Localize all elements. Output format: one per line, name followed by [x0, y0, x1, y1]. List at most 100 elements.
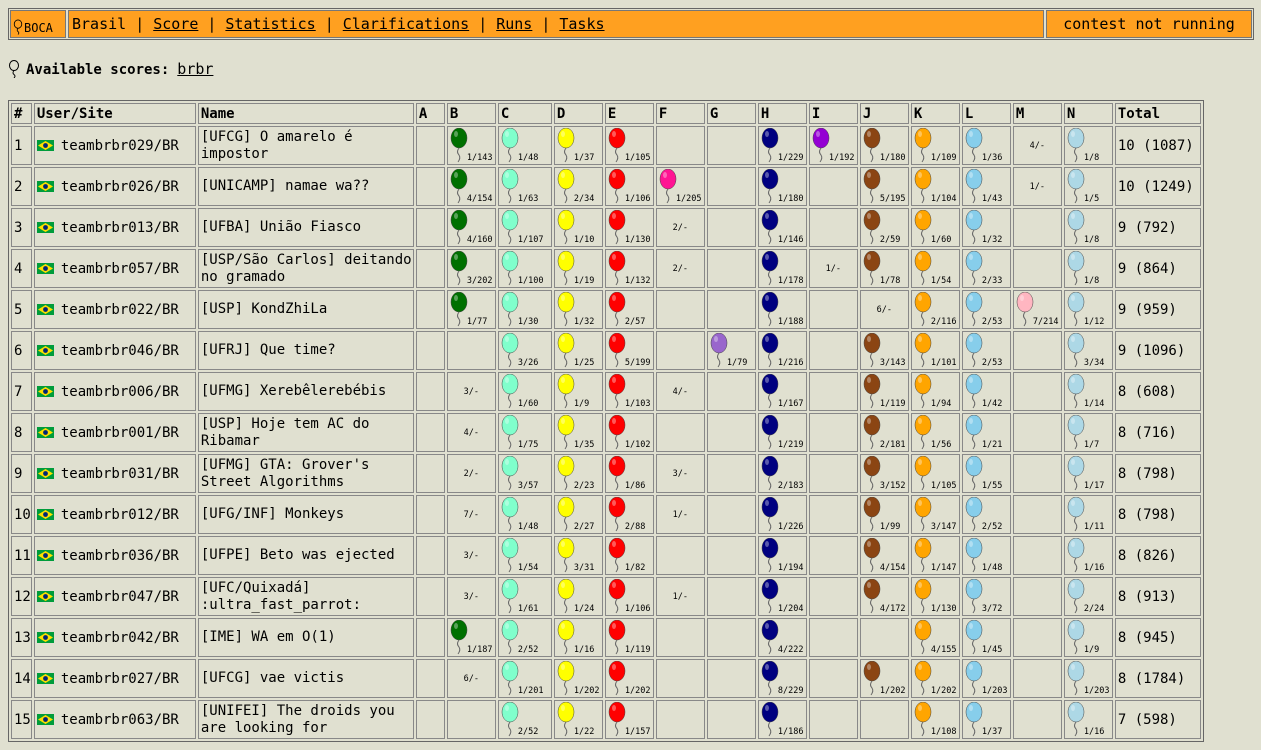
attempts-time: 1/167 [777, 399, 804, 409]
user-name: teambrbr036/BR [60, 547, 179, 564]
problem-cell-e: 1/82 [604, 536, 654, 575]
problem-cell-k: 3/147 [910, 495, 960, 534]
attempts-time: 1/204 [777, 604, 804, 614]
nav-runs-link[interactable]: Runs [496, 15, 532, 33]
balloon-icon [608, 292, 626, 327]
problem-cell-i [808, 290, 858, 329]
nav-clarifications-link[interactable]: Clarifications [343, 15, 469, 33]
balloon-icon [557, 128, 575, 163]
table-row: 5 teambrbr022/BR [USP] KondZhiLa 1/77 1/30 1/… [11, 290, 1201, 329]
attempts-time: 1/203 [981, 686, 1008, 696]
nav-tasks-link[interactable]: Tasks [559, 15, 604, 33]
attempts-time: 1/226 [777, 522, 804, 532]
attempts-time: 2/53 [981, 317, 1003, 327]
attempts-unsolved: 1/- [672, 509, 689, 520]
attempts-time: 3/202 [466, 276, 493, 286]
balloon-icon [501, 456, 519, 491]
problem-cell-g [706, 495, 756, 534]
problem-cell-l: 2/52 [961, 495, 1011, 534]
balloon-icon [557, 702, 575, 737]
problem-cell-k: 1/202 [910, 659, 960, 698]
user-site-cell: teambrbr006/BR [33, 372, 196, 411]
attempts-time: 1/188 [777, 317, 804, 327]
attempts-time: 1/55 [981, 481, 1003, 491]
attempts-time: 1/202 [930, 686, 957, 696]
team-name-cell: [UFMG] GTA: Grover's Street Algorithms [197, 454, 414, 493]
attempts-time: 4/222 [777, 645, 804, 655]
total-cell: 10 (1249) [1114, 167, 1201, 206]
attempts-time: 1/94 [930, 399, 952, 409]
available-scores-label: Available scores: [26, 62, 170, 78]
nav-score-link[interactable]: Score [153, 15, 198, 33]
attempts-time: 1/82 [624, 563, 646, 573]
table-row: 14 teambrbr027/BR [UFCG] vae victis 6/- 1/20… [11, 659, 1201, 698]
attempts-time: 1/36 [981, 153, 1003, 163]
problem-cell-m: 4/- [1012, 126, 1062, 165]
problem-cell-m [1012, 618, 1062, 657]
attempts-time: 1/186 [777, 727, 804, 737]
attempts-time: 3/147 [930, 522, 957, 532]
boca-logo[interactable]: BOCA [10, 10, 66, 38]
problem-cell-e: 5/199 [604, 331, 654, 370]
balloon-icon [965, 579, 983, 614]
problem-cell-n: 1/8 [1063, 249, 1113, 288]
problem-cell-a [415, 536, 445, 575]
attempts-time: 1/8 [1083, 276, 1100, 286]
attempts-time: 1/17 [1083, 481, 1105, 491]
team-name-cell: [USP/São Carlos] deitando no gramado [197, 249, 414, 288]
problem-cell-m [1012, 372, 1062, 411]
rank-cell: 13 [11, 618, 32, 657]
column-header-c: C [497, 103, 552, 124]
total-cell: 8 (826) [1114, 536, 1201, 575]
attempts-time: 1/32 [573, 317, 595, 327]
problem-cell-k: 1/101 [910, 331, 960, 370]
rank-cell: 7 [11, 372, 32, 411]
problem-cell-b: 3/- [446, 536, 496, 575]
problem-cell-e: 1/130 [604, 208, 654, 247]
brazil-flag-icon [36, 345, 54, 356]
score-brbr-link[interactable]: brbr [177, 60, 213, 78]
balloon-icon [761, 292, 779, 327]
problem-cell-n: 2/24 [1063, 577, 1113, 616]
problem-cell-m [1012, 249, 1062, 288]
rank-cell: 11 [11, 536, 32, 575]
attempts-time: 1/60 [517, 399, 539, 409]
problem-cell-f [655, 659, 705, 698]
problem-cell-a [415, 208, 445, 247]
attempts-time: 1/16 [573, 645, 595, 655]
user-name: teambrbr027/BR [60, 670, 179, 687]
balloon-icon [501, 538, 519, 573]
attempts-time: 3/34 [1083, 358, 1105, 368]
problem-cell-f [655, 618, 705, 657]
balloon-icon [965, 702, 983, 737]
attempts-unsolved: 4/- [672, 386, 689, 397]
balloon-icon [1067, 661, 1085, 696]
balloon-icon [914, 128, 932, 163]
balloon-icon [965, 210, 983, 245]
column-header-name: Name [197, 103, 414, 124]
balloon-icon [914, 456, 932, 491]
nav-statistics-link[interactable]: Statistics [225, 15, 315, 33]
brazil-flag-icon [36, 427, 54, 438]
balloon-icon [1067, 128, 1085, 163]
problem-cell-g: 1/79 [706, 331, 756, 370]
balloon-icon [965, 497, 983, 532]
attempts-time: 1/105 [624, 153, 651, 163]
problem-cell-c: 1/100 [497, 249, 552, 288]
problem-cell-i [808, 454, 858, 493]
attempts-time: 1/78 [879, 276, 901, 286]
problem-cell-f [655, 700, 705, 739]
attempts-time: 1/48 [981, 563, 1003, 573]
problem-cell-h: 1/178 [757, 249, 807, 288]
problem-cell-f: 1/- [655, 577, 705, 616]
balloon-icon [965, 128, 983, 163]
attempts-time: 5/195 [879, 194, 906, 204]
attempts-time: 1/105 [930, 481, 957, 491]
attempts-time: 2/59 [879, 235, 901, 245]
attempts-time: 3/57 [517, 481, 539, 491]
balloon-icon [450, 210, 468, 245]
problem-cell-a [415, 249, 445, 288]
user-site-cell: teambrbr013/BR [33, 208, 196, 247]
brazil-flag-icon [36, 509, 54, 520]
problem-cell-h: 2/183 [757, 454, 807, 493]
